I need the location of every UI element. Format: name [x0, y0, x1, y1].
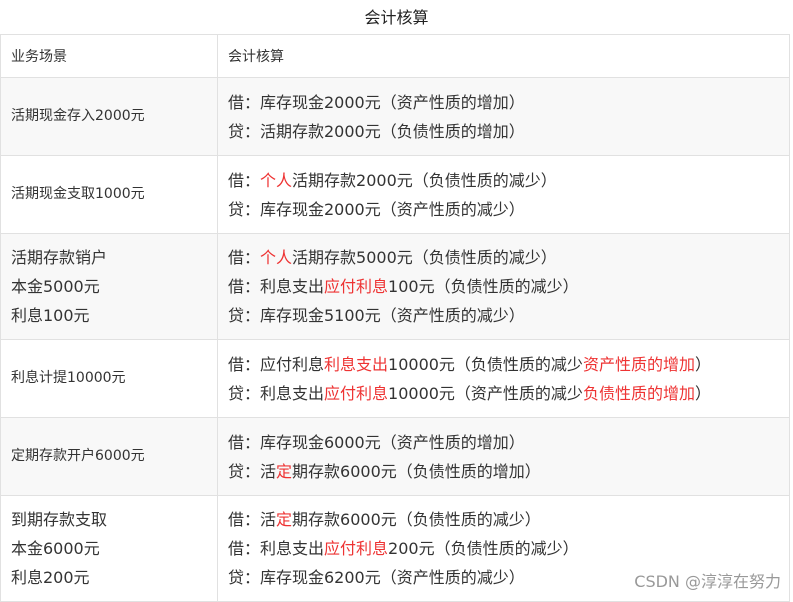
scene-line: 到期存款支取	[11, 510, 108, 529]
entry-text: 借：活	[228, 510, 277, 529]
entry-text: 200元（负债性质的减少）	[388, 539, 579, 558]
scene-line: 活期现金支取1000元	[11, 186, 145, 202]
entry-text: 借：库存现金2000元（资产性质的增加）	[228, 92, 525, 112]
journal-entry-line: 借：活定期存款6000元（负债性质的减少）	[228, 505, 779, 534]
entry-text: 贷：库存现金6200元（资产性质的减少）	[228, 568, 525, 587]
accounting-entry-cell: 借：个人活期存款5000元（负债性质的减少） 借：利息支出应付利息100元（负债性…	[217, 233, 790, 340]
entry-text: 10000元（资产性质的减少	[388, 383, 583, 403]
journal-entry-line: 借：利息支出应付利息200元（负债性质的减少）	[228, 534, 779, 563]
table-row: 活期现金支取1000元 借：个人活期存款2000元（负债性质的减少） 贷：库存现金2…	[0, 155, 790, 234]
table-row: 活期存款销户 本金5000元 利息100元 借：个人活期存款5000元（负债性质的减少…	[0, 233, 790, 340]
journal-entry-line: 贷：活期存款2000元（负债性质的增加）	[228, 117, 779, 146]
entry-text: 借：	[228, 248, 261, 267]
header-accounting: 会计核算	[217, 34, 790, 78]
journal-entry-line: 借：应付利息利息支出10000元（负债性质的减少资产性质的增加）	[228, 350, 779, 379]
entry-text: 贷：利息支出	[228, 383, 325, 403]
entry-text: 贷：库存现金2000元（资产性质的减少）	[228, 199, 525, 219]
journal-entry-line: 借：个人活期存款2000元（负债性质的减少）	[228, 166, 779, 195]
entry-text: 100元（负债性质的减少）	[388, 277, 579, 296]
header-business-scene: 业务场景	[0, 34, 218, 78]
highlighted-text: 应付利息	[324, 383, 389, 403]
business-scene-cell: 活期存款销户 本金5000元 利息100元	[0, 233, 218, 340]
entry-text: 10000元（负债性质的减少	[388, 354, 583, 374]
entry-text: 贷：活期存款2000元（负债性质的增加）	[228, 121, 525, 141]
table-row: 利息计提10000元 借：应付利息利息支出10000元（负债性质的减少资产性质的增…	[0, 339, 790, 418]
scene-line: 活期现金存入2000元	[11, 108, 145, 124]
highlighted-text: 定	[276, 510, 293, 529]
journal-entry-line: 贷：库存现金5100元（资产性质的减少）	[228, 301, 779, 330]
header-row: 业务场景 会计核算	[0, 34, 790, 78]
business-scene-cell: 利息计提10000元	[0, 339, 218, 418]
entry-text: 贷：库存现金5100元（资产性质的减少）	[228, 306, 525, 325]
highlighted-text: 个人	[260, 170, 293, 190]
highlighted-text: 个人	[260, 248, 293, 267]
entry-text: 借：利息支出	[228, 277, 325, 296]
journal-entry-line: 贷：活定期存款6000元（负债性质的增加）	[228, 457, 779, 486]
journal-entry-line: 借：个人活期存款5000元（负债性质的减少）	[228, 243, 779, 272]
entry-text: 期存款6000元（负债性质的减少）	[292, 510, 541, 529]
scene-line: 活期存款销户	[11, 248, 108, 267]
journal-entry-line: 借：利息支出应付利息100元（负债性质的减少）	[228, 272, 779, 301]
highlighted-text: 负债性质的增加	[582, 383, 695, 403]
journal-entry-line: 借：库存现金2000元（资产性质的增加）	[228, 88, 779, 117]
table-row: 活期现金存入2000元 借：库存现金2000元（资产性质的增加） 贷：活期存款200…	[0, 77, 790, 156]
table-caption: 会计核算	[364, 8, 429, 27]
highlighted-text: 资产性质的增加	[582, 354, 695, 374]
table-row: 定期存款开户6000元 借：库存现金6000元（资产性质的增加） 贷：活定期存款60…	[0, 417, 790, 496]
journal-entry-line: 贷：利息支出应付利息10000元（资产性质的减少负债性质的增加）	[228, 379, 779, 408]
highlighted-text: 应付利息	[324, 277, 389, 296]
entry-text: 借：应付利息	[228, 354, 325, 374]
scene-line: 利息计提10000元	[11, 370, 126, 386]
accounting-entry-cell: 借：库存现金6000元（资产性质的增加） 贷：活定期存款6000元（负债性质的增加…	[217, 417, 790, 496]
csdn-watermark: CSDN @淳淳在努力	[634, 572, 781, 591]
business-scene-cell: 活期现金支取1000元	[0, 155, 218, 234]
scene-line: 利息100元	[11, 306, 90, 325]
entry-text: ）	[694, 383, 711, 403]
entry-text: 借：库存现金6000元（资产性质的增加）	[228, 432, 525, 452]
highlighted-text: 定	[276, 461, 293, 481]
journal-entry-line: 借：库存现金6000元（资产性质的增加）	[228, 428, 779, 457]
business-scene-cell: 到期存款支取 本金6000元 利息200元	[0, 495, 218, 602]
accounting-entry-cell: 借：库存现金2000元（资产性质的增加） 贷：活期存款2000元（负债性质的增加）	[217, 77, 790, 156]
scene-line: 利息200元	[11, 568, 90, 587]
journal-entry-line: 贷：库存现金2000元（资产性质的减少）	[228, 195, 779, 224]
entry-text: 活期存款2000元（负债性质的减少）	[292, 170, 557, 190]
entry-text: 借：	[228, 170, 261, 190]
scene-line: 本金6000元	[11, 539, 100, 558]
accounting-entry-cell: 借：个人活期存款2000元（负债性质的减少） 贷：库存现金2000元（资产性质的减…	[217, 155, 790, 234]
business-scene-cell: 定期存款开户6000元	[0, 417, 218, 496]
accounting-table: 业务场景 会计核算 活期现金存入2000元 借：库存现金2000元（资产性质的增加…	[0, 34, 790, 602]
scene-line: 定期存款开户6000元	[11, 448, 145, 464]
entry-text: 借：利息支出	[228, 539, 325, 558]
scene-line: 本金5000元	[11, 277, 100, 296]
entry-text: 活期存款5000元（负债性质的减少）	[292, 248, 557, 267]
highlighted-text: 利息支出	[324, 354, 389, 374]
highlighted-text: 应付利息	[324, 539, 389, 558]
entry-text: 贷：活	[228, 461, 277, 481]
entry-text: ）	[694, 354, 711, 374]
accounting-entry-cell: 借：应付利息利息支出10000元（负债性质的减少资产性质的增加） 贷：利息支出应付…	[217, 339, 790, 418]
business-scene-cell: 活期现金存入2000元	[0, 77, 218, 156]
entry-text: 期存款6000元（负债性质的增加）	[292, 461, 541, 481]
